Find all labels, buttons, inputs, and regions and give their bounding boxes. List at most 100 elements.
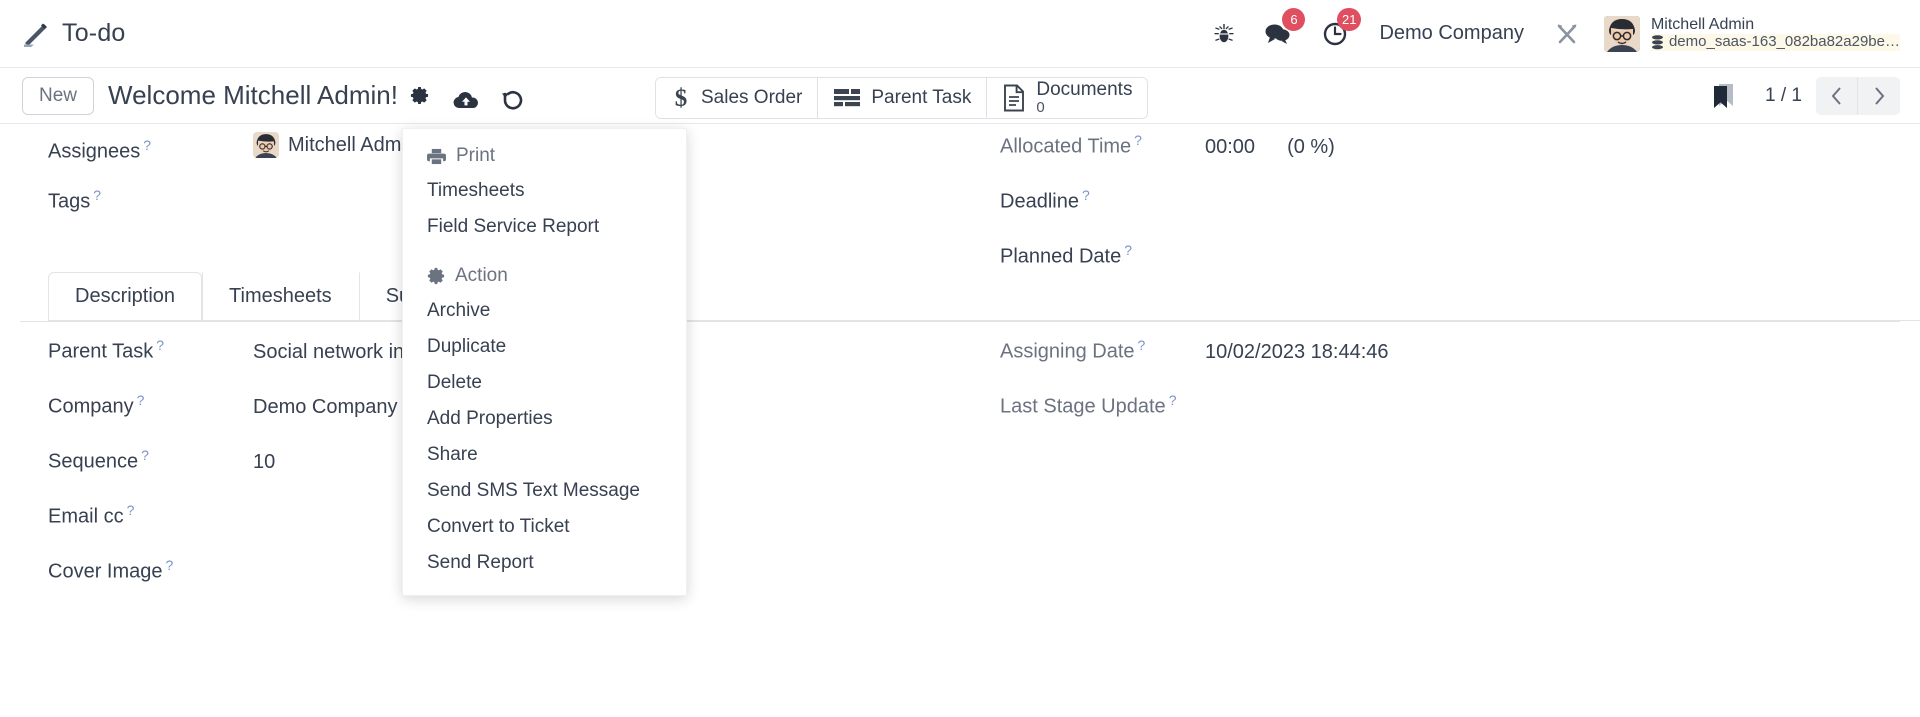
dropdown-item-archive[interactable]: Archive xyxy=(403,293,686,329)
messages-badge: 6 xyxy=(1282,8,1306,31)
help-icon[interactable]: ? xyxy=(166,557,174,573)
help-icon[interactable]: ? xyxy=(156,337,164,353)
discard-undo-icon[interactable] xyxy=(501,89,525,110)
tools-icon[interactable] xyxy=(1540,0,1594,67)
tab-timesheets[interactable]: Timesheets xyxy=(202,272,359,320)
notebook-tabs: Description Timesheets Su xyxy=(48,272,1920,321)
smart-button-parent-task[interactable]: Parent Task xyxy=(818,78,988,118)
dropdown-section-action: Action xyxy=(403,259,686,293)
help-icon[interactable]: ? xyxy=(1124,242,1132,258)
field-label: Deadline? xyxy=(1000,187,1090,213)
field-value[interactable]: 10 xyxy=(253,451,275,474)
dropdown-separator xyxy=(403,245,686,259)
help-icon[interactable]: ? xyxy=(143,137,151,153)
user-menu[interactable]: Mitchell Admin demo_saas-163_082ba82a29b… xyxy=(1594,15,1906,52)
bookmark-icon[interactable] xyxy=(1697,82,1751,110)
field-assigning-date: Assigning Date? 10/02/2023 18:44:46 xyxy=(1000,329,1890,384)
help-icon[interactable]: ? xyxy=(137,392,145,408)
field-label: Parent Task? xyxy=(48,337,165,363)
dollar-icon: $ xyxy=(671,85,691,111)
navbar-brand[interactable]: To-do xyxy=(0,19,126,49)
field-label: Assignees? xyxy=(48,137,152,163)
smart-buttons-group: $ Sales Order Parent Task Documents 0 xyxy=(655,77,1149,119)
cloud-save-icon[interactable] xyxy=(453,91,479,111)
smart-button-label: Sales Order xyxy=(701,87,803,109)
field-label: Allocated Time? xyxy=(1000,132,1142,158)
help-icon[interactable]: ? xyxy=(1138,337,1146,353)
notebook: Description Timesheets Su xyxy=(0,272,1920,322)
cog-dropdown-menu: Print Timesheets Field Service Report Ac… xyxy=(402,128,687,596)
form-column-right: Allocated Time? 00:00 (0 %) Deadline? Pl… xyxy=(960,124,1920,289)
help-icon[interactable]: ? xyxy=(1169,392,1177,408)
breadcrumb: Welcome Mitchell Admin! xyxy=(108,80,525,111)
detail-column-right: Assigning Date? 10/02/2023 18:44:46 Last… xyxy=(960,329,1920,604)
messages-icon[interactable]: 6 xyxy=(1249,0,1307,67)
dropdown-item-duplicate[interactable]: Duplicate xyxy=(403,329,686,365)
database-icon xyxy=(1651,35,1664,50)
help-icon[interactable]: ? xyxy=(1082,187,1090,203)
dropdown-item-share[interactable]: Share xyxy=(403,437,686,473)
new-button[interactable]: New xyxy=(22,76,95,115)
form-detail-fields: Parent Task? Social network integr Compa… xyxy=(0,329,1920,604)
field-label: Last Stage Update? xyxy=(1000,392,1177,418)
field-allocated-time: Allocated Time? 00:00 (0 %) xyxy=(1000,124,1890,179)
help-icon[interactable]: ? xyxy=(127,502,135,518)
smart-button-label: Parent Task xyxy=(871,87,972,109)
field-label: Email cc? xyxy=(48,502,135,528)
dropdown-item-send-report[interactable]: Send Report xyxy=(403,545,686,581)
document-icon xyxy=(1002,84,1026,112)
gear-icon xyxy=(427,267,445,285)
help-icon[interactable]: ? xyxy=(1134,132,1142,148)
pager-buttons xyxy=(1816,76,1900,115)
dropdown-item-add-properties[interactable]: Add Properties xyxy=(403,401,686,437)
tabs-divider xyxy=(20,321,1900,322)
field-label: Sequence? xyxy=(48,447,149,473)
bug-icon[interactable] xyxy=(1199,0,1249,67)
dropdown-item-send-sms-text-message[interactable]: Send SMS Text Message xyxy=(403,473,686,509)
tab-description[interactable]: Description xyxy=(48,272,203,320)
activities-clock-icon[interactable]: 21 xyxy=(1307,0,1363,67)
allocated-time-percent: (0 %) xyxy=(1287,135,1335,158)
pager-counter: 1 / 1 xyxy=(1765,84,1802,106)
dropdown-item-field-service-report[interactable]: Field Service Report xyxy=(403,209,686,245)
field-value[interactable]: 00:00 (0 %) xyxy=(1205,136,1335,159)
user-name-label: Mitchell Admin xyxy=(1650,16,1755,34)
dropdown-section-print: Print xyxy=(403,139,686,173)
svg-text:$: $ xyxy=(675,85,688,111)
field-label: Planned Date? xyxy=(1000,242,1132,268)
company-switcher[interactable]: Demo Company xyxy=(1363,22,1540,45)
allocated-time-value: 00:00 xyxy=(1205,135,1256,158)
avatar xyxy=(253,132,279,158)
odoo-app-window: To-do 6 21 Demo Company Mitchell Admin d… xyxy=(0,0,1920,717)
field-label: Cover Image? xyxy=(48,557,174,583)
database-label: demo_saas-163_082ba82a29be… xyxy=(1650,34,1900,51)
smart-button-documents[interactable]: Documents 0 xyxy=(987,78,1148,118)
list-rows-icon xyxy=(833,87,861,109)
dropdown-section-label: Print xyxy=(456,145,496,166)
gear-icon[interactable] xyxy=(410,86,429,105)
pager-previous-button[interactable] xyxy=(1816,76,1858,115)
dropdown-item-delete[interactable]: Delete xyxy=(403,365,686,401)
pager-next-button[interactable] xyxy=(1858,76,1900,115)
field-last-stage-update: Last Stage Update? xyxy=(1000,384,1890,439)
activities-badge: 21 xyxy=(1336,8,1362,31)
app-name-label: To-do xyxy=(62,19,126,47)
top-navbar: To-do 6 21 Demo Company Mitchell Admin d… xyxy=(0,0,1920,68)
page-title: Welcome Mitchell Admin! xyxy=(108,80,398,110)
help-icon[interactable]: ? xyxy=(93,187,101,203)
printer-icon xyxy=(427,148,446,165)
field-value[interactable]: Demo Company xyxy=(253,396,398,419)
control-panel-right: 1 / 1 xyxy=(1697,76,1920,115)
field-deadline: Deadline? xyxy=(1000,179,1890,234)
dropdown-item-convert-to-ticket[interactable]: Convert to Ticket xyxy=(403,509,686,545)
control-panel: New Welcome Mitchell Admin! $ Sales Orde… xyxy=(0,68,1920,124)
pencil-icon xyxy=(20,19,50,49)
help-icon[interactable]: ? xyxy=(141,447,149,463)
smart-button-sales-order[interactable]: $ Sales Order xyxy=(656,78,819,118)
form-top-fields: Assignees? Mitchell Admin Tags ? Allocat… xyxy=(0,124,1920,289)
avatar xyxy=(1603,15,1640,52)
field-label: Assigning Date? xyxy=(1000,337,1146,363)
smart-button-label: Documents xyxy=(1036,79,1133,101)
dropdown-item-timesheets[interactable]: Timesheets xyxy=(403,173,686,209)
database-name: demo_saas-163_082ba82a29be… xyxy=(1668,34,1900,51)
